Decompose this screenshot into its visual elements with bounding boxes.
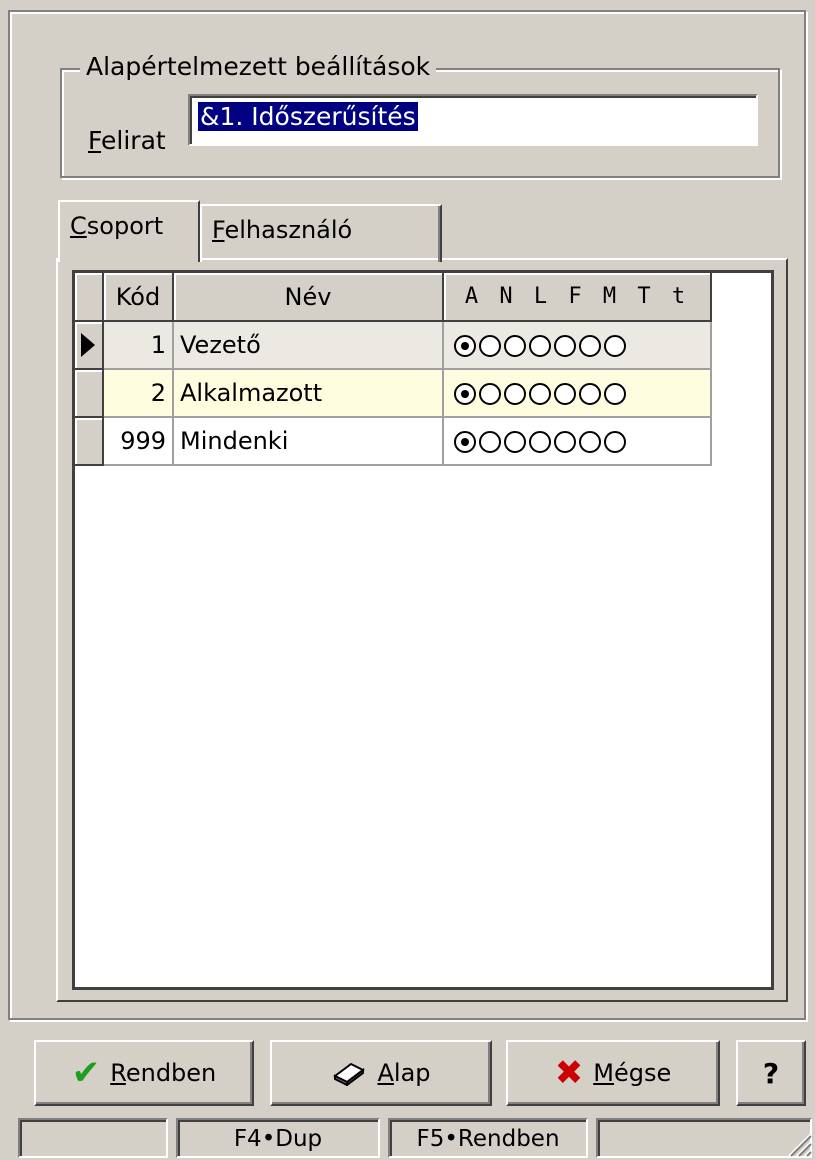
table-row[interactable]: 999 Mindenki [75,417,712,466]
group-title: Alapértelmezett beállítások [80,52,437,81]
help-button-label: ? [762,1056,780,1090]
permission-radio-6[interactable] [604,335,626,357]
default-button[interactable]: Alap [270,1040,492,1106]
permission-radio-2[interactable] [504,431,526,453]
row-permissions [443,321,712,370]
column-header-name[interactable]: Név [173,273,444,322]
row-permissions [443,417,712,466]
indicator-header [75,273,104,322]
permission-radio-3[interactable] [529,335,551,357]
permission-radio-1[interactable] [479,335,501,357]
cancel-button-label: Mégse [593,1059,672,1087]
permission-radio-2[interactable] [504,383,526,405]
caption-input[interactable]: &1. Időszerűsítés [188,94,758,146]
permission-radio-4[interactable] [554,383,576,405]
status-bar: F4•Dup F5•Rendben [0,1116,815,1160]
row-code[interactable]: 999 [103,417,174,466]
permission-radio-5[interactable] [579,335,601,357]
column-header-permissions[interactable]: A N L F M T t [443,273,712,322]
status-panel-1 [18,1118,168,1158]
permission-radio-1[interactable] [479,431,501,453]
row-name[interactable]: Mindenki [173,417,444,466]
tab-felhasznalo[interactable]: Felhasználó [200,204,442,262]
ok-button-label: Rendben [110,1059,217,1087]
row-name[interactable]: Vezető [173,321,444,370]
row-indicator[interactable] [75,369,104,418]
permission-radio-1[interactable] [479,383,501,405]
status-panel-ok: F5•Rendben [388,1118,588,1158]
permission-radio-6[interactable] [604,383,626,405]
row-name[interactable]: Alkalmazott [173,369,444,418]
status-panel-dup: F4•Dup [176,1118,380,1158]
row-permissions [443,369,712,418]
table-row[interactable]: 1 Vezető [75,321,712,370]
table-row[interactable]: 2 Alkalmazott [75,369,712,418]
permission-radio-2[interactable] [504,335,526,357]
caption-value[interactable]: &1. Időszerűsítés [198,102,418,131]
row-indicator[interactable] [75,321,104,370]
permission-radio-5[interactable] [579,383,601,405]
permission-radio-0[interactable] [454,383,476,405]
column-header-code[interactable]: Kód [103,273,174,322]
resize-grip-icon[interactable] [783,1128,813,1158]
permission-radio-3[interactable] [529,431,551,453]
eraser-icon [333,1062,366,1086]
permission-radio-0[interactable] [454,431,476,453]
permission-radio-4[interactable] [554,431,576,453]
status-panel-4 [596,1118,812,1158]
help-button[interactable]: ? [736,1040,806,1106]
checkmark-icon: ✔ [71,1053,101,1093]
permission-radio-3[interactable] [529,383,551,405]
cancel-button[interactable]: ✖ Mégse [506,1040,720,1106]
row-code[interactable]: 2 [103,369,174,418]
default-button-label: Alap [377,1059,431,1087]
group-grid[interactable]: Kód Név A N L F M T t 1 Vezető 2 Alkalmazot… [72,270,774,990]
row-code[interactable]: 1 [103,321,174,370]
permission-radio-6[interactable] [604,431,626,453]
close-icon: ✖ [554,1053,584,1093]
permission-radio-0[interactable] [454,335,476,357]
permission-radio-5[interactable] [579,431,601,453]
caption-label: Felirat [88,126,166,155]
current-row-arrow-icon [81,333,95,357]
row-indicator[interactable] [75,417,104,466]
tab-csoport[interactable]: Csoport [58,200,200,262]
grid-header-row: Kód Név A N L F M T t [75,273,712,322]
permission-radio-4[interactable] [554,335,576,357]
ok-button[interactable]: ✔ Rendben [34,1040,254,1106]
